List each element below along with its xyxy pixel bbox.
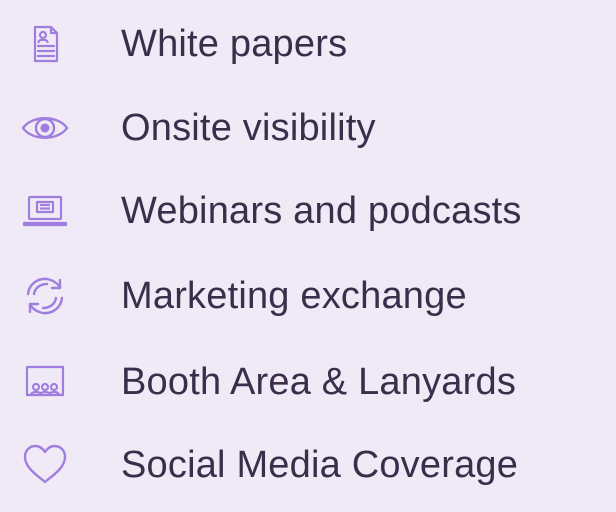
list-item-marketing-exchange: Marketing exchange (0, 266, 616, 326)
list-item-webinars: Webinars and podcasts (0, 181, 616, 241)
eye-icon (21, 105, 69, 151)
list-item-label: Onsite visibility (121, 107, 376, 149)
list-item-label: Booth Area & Lanyards (121, 361, 517, 403)
document-icon (22, 21, 68, 67)
list-item-label: White papers (121, 23, 348, 65)
feature-list: White papers Onsite visibility Webinars … (0, 0, 616, 512)
list-item-label: Marketing exchange (121, 275, 467, 317)
booth-icon (22, 359, 68, 405)
list-item-booth-area: Booth Area & Lanyards (0, 352, 616, 412)
heart-icon (22, 442, 68, 488)
sync-arrows-icon (22, 273, 68, 319)
list-item-social-media: Social Media Coverage (0, 435, 616, 495)
list-item-white-papers: White papers (0, 14, 616, 74)
list-item-label: Webinars and podcasts (121, 190, 522, 232)
laptop-icon (22, 188, 68, 234)
list-item-onsite-visibility: Onsite visibility (0, 98, 616, 158)
list-item-label: Social Media Coverage (121, 444, 519, 486)
